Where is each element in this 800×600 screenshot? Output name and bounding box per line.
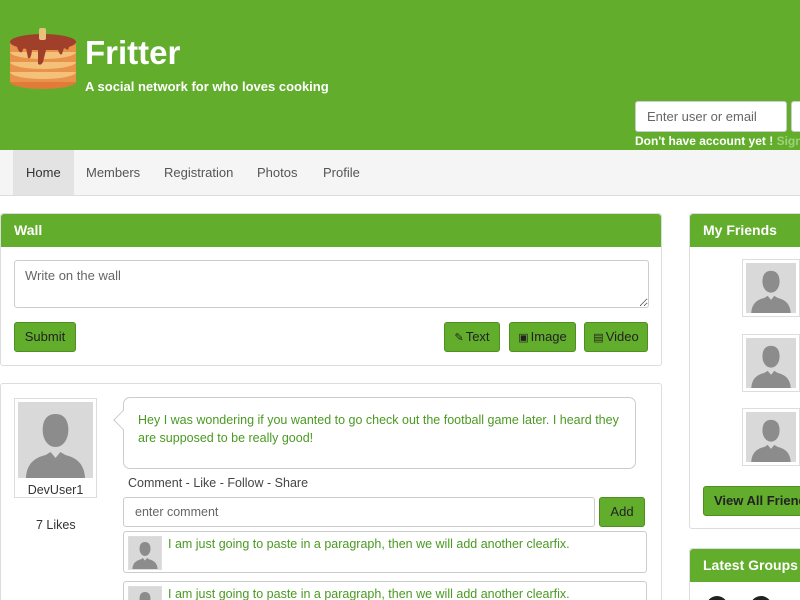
post-author-name[interactable]: DevUser1 bbox=[18, 483, 93, 497]
user-silhouette-icon bbox=[746, 338, 796, 388]
pencil-icon: ✎ bbox=[454, 332, 464, 344]
post-actions: Comment - Like - Follow - Share bbox=[128, 476, 308, 490]
wall-textarea[interactable] bbox=[14, 260, 649, 308]
image-post-label: Image bbox=[530, 329, 567, 344]
signup-link[interactable]: Sign bbox=[777, 134, 800, 148]
image-icon: ▣ bbox=[518, 332, 529, 344]
share-link[interactable]: Share bbox=[275, 476, 308, 490]
like-link[interactable]: Like bbox=[193, 476, 216, 490]
follow-link[interactable]: Follow bbox=[227, 476, 263, 490]
nav-item-profile[interactable]: Profile bbox=[310, 150, 373, 195]
action-separator: - bbox=[185, 476, 190, 490]
comment-text: I am just going to paste in a paragraph,… bbox=[168, 587, 570, 600]
video-icon: ▤ bbox=[593, 332, 604, 344]
signup-prompt: Don't have account yet ! Sign bbox=[635, 134, 800, 148]
comment-input[interactable] bbox=[123, 497, 595, 527]
groups-panel: Latest Groups bbox=[689, 548, 800, 600]
site-header: Fritter A social network for who loves c… bbox=[0, 0, 800, 150]
friend-avatar[interactable] bbox=[742, 334, 800, 392]
user-silhouette-icon bbox=[746, 263, 796, 313]
user-silhouette-icon bbox=[18, 402, 93, 478]
site-tagline: A social network for who loves cooking bbox=[85, 79, 329, 94]
comment-link[interactable]: Comment bbox=[128, 476, 182, 490]
image-post-button[interactable]: ▣ Image bbox=[509, 322, 576, 352]
post-message: Hey I was wondering if you wanted to go … bbox=[138, 413, 619, 445]
user-silhouette-icon bbox=[128, 536, 162, 570]
post-likes-count: 7 Likes bbox=[36, 518, 76, 532]
submit-button[interactable]: Submit bbox=[14, 322, 76, 352]
add-comment-button[interactable]: Add bbox=[599, 497, 645, 527]
comment-item: I am just going to paste in a paragraph,… bbox=[123, 531, 647, 573]
user-silhouette-icon bbox=[128, 586, 162, 600]
text-post-label: Text bbox=[465, 329, 490, 344]
nav-item-members[interactable]: Members bbox=[73, 150, 153, 195]
nav-item-registration[interactable]: Registration bbox=[151, 150, 246, 195]
action-separator: - bbox=[219, 476, 224, 490]
login-user-input[interactable] bbox=[635, 101, 787, 132]
video-post-button[interactable]: ▤ Video bbox=[584, 322, 648, 352]
site-title[interactable]: Fritter bbox=[85, 34, 180, 72]
friend-avatar[interactable] bbox=[742, 408, 800, 466]
text-post-button[interactable]: ✎ Text bbox=[444, 322, 500, 352]
main-nav: Home Members Registration Photos Profile bbox=[0, 150, 800, 196]
friend-avatar[interactable] bbox=[742, 259, 800, 317]
video-post-label: Video bbox=[605, 329, 639, 344]
wall-heading: Wall bbox=[1, 214, 661, 247]
comment-text: I am just going to paste in a paragraph,… bbox=[168, 537, 570, 551]
post-message-bubble: Hey I was wondering if you wanted to go … bbox=[113, 397, 636, 469]
login-password-input[interactable] bbox=[791, 101, 800, 132]
nav-item-photos[interactable]: Photos bbox=[244, 150, 310, 195]
pancake-stack-icon[interactable] bbox=[8, 28, 78, 92]
friends-heading: My Friends bbox=[690, 214, 800, 247]
nav-item-home[interactable]: Home bbox=[13, 150, 74, 195]
view-all-friends-button[interactable]: View All Friends bbox=[703, 486, 800, 516]
post-author-avatar[interactable]: DevUser1 bbox=[14, 398, 97, 498]
wall-panel: Wall Submit ✎Text ▣Image ▤Video bbox=[0, 213, 662, 366]
user-silhouette-icon bbox=[746, 412, 796, 462]
signup-prefix: Don't have account yet ! bbox=[635, 134, 774, 148]
groups-heading: Latest Groups bbox=[690, 549, 800, 582]
comment-item: I am just going to paste in a paragraph,… bbox=[123, 581, 647, 600]
action-separator: - bbox=[267, 476, 272, 490]
